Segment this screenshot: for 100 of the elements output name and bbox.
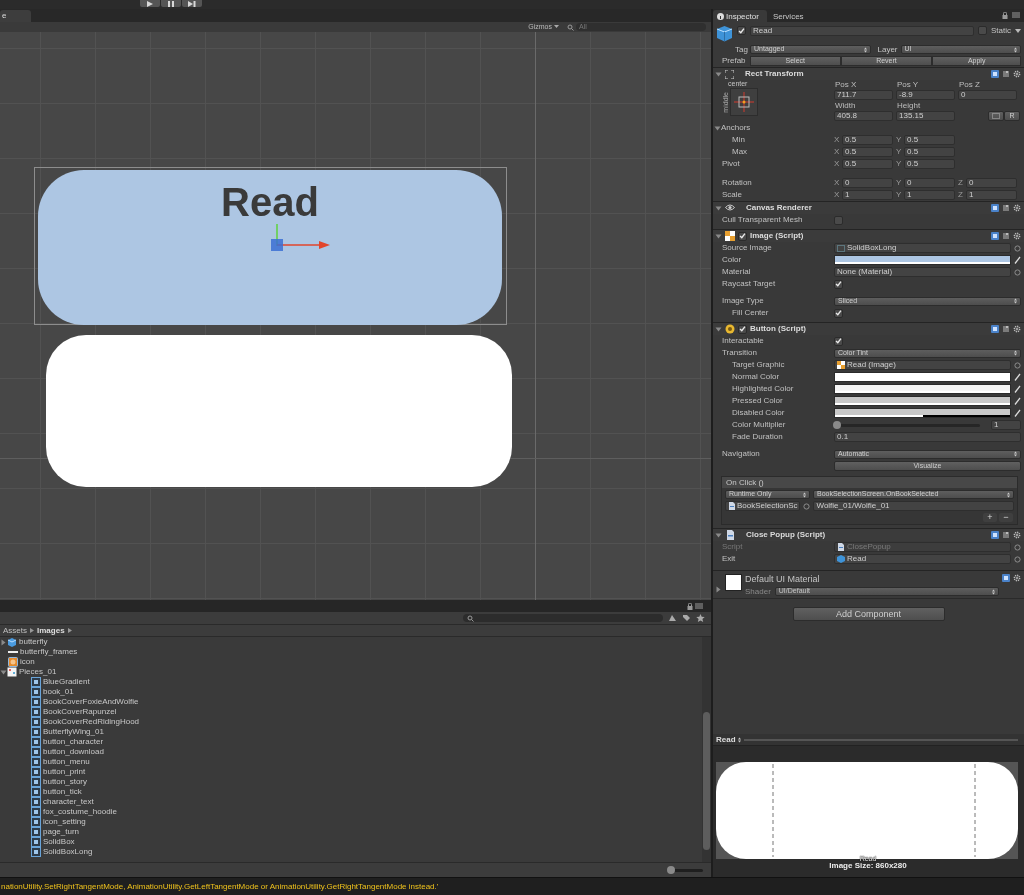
add-button[interactable]: + [983,513,997,522]
event-title: On Click () [722,477,1017,488]
asset-item[interactable]: button_tick [31,787,82,797]
prefab-label: Prefab [722,56,747,66]
field-label: Fade Duration [732,432,784,442]
axis-label: Y [896,178,902,188]
name-field[interactable]: Read [750,25,974,36]
asset-item[interactable]: icon_setting [31,817,86,827]
field-label: Pos X [834,80,858,90]
axis-label: Y [896,190,902,200]
asset-item[interactable]: BookCoverFoxieAndWolfie [31,697,139,707]
preview-dropdown[interactable]: Read [716,734,741,745]
number-field[interactable]: 0 [966,178,1017,188]
button-label: Read [221,182,319,222]
number-field[interactable]: -8.9 [896,90,955,100]
axis-label: Z [958,190,964,200]
object-field[interactable]: Read (Image) [834,360,1011,370]
component-title: Canvas Renderer [746,203,812,213]
asset-item[interactable]: BookCoverRapunzel [31,707,117,717]
field-label: Color Multiplier [732,420,787,430]
asset-item[interactable]: character_text [31,797,94,807]
number-field[interactable]: 0 [904,178,955,188]
field-label: Shader [745,586,771,597]
asset-item[interactable]: fox_costume_hoodie [31,807,117,817]
text-field[interactable]: Wolfie_01/Wolfie_01 [813,501,1014,511]
asset-item[interactable]: page_turn [31,827,80,837]
number-field[interactable]: 405.8 [834,111,893,121]
number-field[interactable]: 0.1 [834,432,1021,442]
console-message[interactable]: nationUtility.SetRightTangentMode, AnimationUtility.GetLeftTangentMode or AnimationUtility.GetRightTangentMode instead.' [0,877,1024,895]
material-name: Default UI Material [745,574,821,585]
number-field[interactable]: 0.5 [904,159,955,169]
axis-label: Z [958,178,964,188]
field-label: Exit [722,554,737,564]
object-field[interactable]: None (Material) [834,267,1011,277]
asset-item[interactable]: BlueGradient [31,677,90,687]
number-field[interactable]: 1 [991,420,1021,430]
panel-tab[interactable]: Services [768,10,812,22]
field-label: Target Graphic [732,360,786,370]
breadcrumb-link[interactable]: Images [37,625,65,636]
number-field[interactable]: 711.7 [834,90,893,100]
number-field[interactable]: 0.5 [904,135,955,145]
number-field[interactable]: 1 [966,190,1017,200]
asset-item[interactable]: icon [8,657,35,667]
field-label: Image Type [722,296,765,306]
number-field[interactable]: 1 [904,190,955,200]
field-label: Scale [722,190,743,200]
field-label: Interactable [722,336,765,346]
breadcrumb-link[interactable]: Assets [3,625,27,636]
field-label: Color [722,255,743,265]
asset-item[interactable]: button_print [31,767,86,777]
component-title: Image (Script) [750,231,804,241]
component-title: Button (Script) [750,324,806,334]
number-field[interactable]: 135.15 [896,111,955,121]
object-field[interactable]: SolidBoxLong [834,243,1011,253]
asset-item[interactable]: BookCoverRedRidingHood [31,717,140,727]
asset-item[interactable]: Pieces_01 [7,667,57,677]
axis-label: Y [896,147,902,157]
number-field[interactable]: 0.5 [904,147,955,157]
asset-item[interactable]: butterfly_frames [8,647,78,657]
scene-tab[interactable]: e [0,10,31,22]
axis-label: X [834,190,840,200]
field-label: Pivot [722,159,741,169]
field-label: Anchors [721,123,752,133]
asset-item[interactable]: SolidBoxLong [31,847,93,857]
axis-label: Y [896,135,902,145]
tag-label: Tag [735,44,747,55]
asset-item[interactable]: button_menu [31,757,90,767]
axis-label: X [834,135,840,145]
remove-button[interactable]: − [999,513,1013,522]
number-field[interactable]: 0 [842,178,893,188]
asset-item[interactable]: button_character [31,737,104,747]
field-label: Material [722,267,752,277]
number-field[interactable]: 0 [958,90,1017,100]
asset-item[interactable]: button_download [31,747,104,757]
object-field[interactable]: BookSelectionSc [725,501,801,511]
number-field[interactable]: 0.5 [842,147,893,157]
object-field[interactable]: Read [834,554,1011,564]
field-label: Width [834,101,857,111]
field-label: Normal Color [732,372,781,382]
number-field[interactable]: 0.5 [842,159,893,169]
asset-item[interactable]: book_01 [31,687,74,697]
asset-item[interactable]: SolidBox [31,837,75,847]
asset-item[interactable]: button_story [31,777,88,787]
scene-canvas[interactable]: Read [0,32,711,600]
field-label: Source Image [722,243,773,253]
layer-label: Layer [877,44,898,55]
asset-item[interactable]: ButterflyWing_01 [31,727,104,737]
component-title: Rect Transform [745,69,804,79]
number-field[interactable]: 0.5 [842,135,893,145]
field-label: Pos Z [958,80,981,90]
axis-label: Y [896,159,902,169]
add-component-button[interactable]: Add Component [792,607,945,621]
field-label: Pos Y [896,80,920,90]
field-label: Fill Center [732,308,770,318]
ui-button[interactable]: Read [38,170,502,325]
panel-tab[interactable]: Inspector [713,10,767,22]
field-label: Cull Transparent Mesh [722,215,804,225]
asset-item[interactable]: butterfly [7,637,48,647]
static-label: Static [991,25,1011,36]
number-field[interactable]: 1 [842,190,893,200]
